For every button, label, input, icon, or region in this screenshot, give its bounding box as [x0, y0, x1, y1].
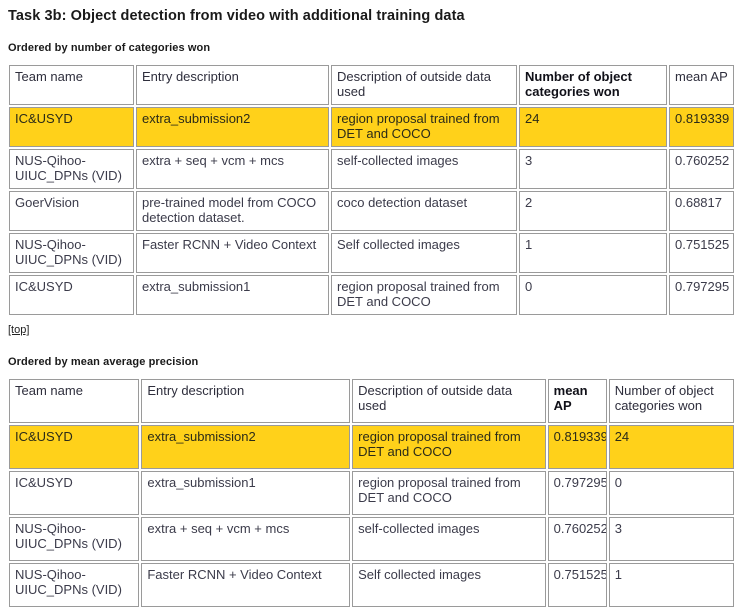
column-header-mean-ap[interactable]: mean AP	[669, 65, 734, 105]
table-row[interactable]: IC&USYD extra_submission1 region proposa…	[9, 275, 734, 315]
cell-outside-data: region proposal trained from DET and COC…	[331, 107, 517, 147]
leaderboard-table-by-categories-won: Team name Entry description Description …	[7, 63, 736, 317]
cell-outside-data: coco detection dataset	[331, 191, 517, 231]
cell-categories-won: 0	[608, 471, 734, 515]
cell-categories-won: 24	[608, 425, 734, 469]
table-row[interactable]: IC&USYD extra_submission1 region proposa…	[9, 471, 734, 515]
cell-categories-won: 0	[519, 275, 667, 315]
cell-mean-ap: 0.797295	[547, 471, 607, 515]
column-header-outside-data[interactable]: Description of outside data used	[331, 65, 517, 105]
column-header-categories-won[interactable]: Number of object categories won	[519, 65, 667, 105]
table-row[interactable]: GoerVision pre-trained model from COCO d…	[9, 191, 734, 231]
section-label-mean-ap: Ordered by mean average precision	[8, 356, 199, 368]
cell-team-name: IC&USYD	[9, 275, 134, 315]
cell-mean-ap: 0.819339	[669, 107, 734, 147]
table-row[interactable]: IC&USYD extra_submission2 region proposa…	[9, 425, 734, 469]
cell-entry-description: pre-trained model from COCO detection da…	[136, 191, 329, 231]
cell-entry-description: extra_submission2	[141, 425, 351, 469]
cell-mean-ap: 0.751525	[669, 233, 734, 273]
cell-categories-won: 2	[519, 191, 667, 231]
cell-entry-description: extra_submission2	[136, 107, 329, 147]
cell-mean-ap: 0.68817	[669, 191, 734, 231]
cell-categories-won: 1	[608, 563, 734, 607]
cell-outside-data: self-collected images	[352, 517, 546, 561]
table-row[interactable]: IC&USYD extra_submission2 region proposa…	[9, 107, 734, 147]
cell-outside-data: Self collected images	[352, 563, 546, 607]
cell-entry-description: extra + seq + vcm + mcs	[136, 149, 329, 189]
column-header-team-name[interactable]: Team name	[9, 65, 134, 105]
column-header-team-name[interactable]: Team name	[9, 379, 140, 423]
cell-categories-won: 24	[519, 107, 667, 147]
cell-entry-description: Faster RCNN + Video Context	[136, 233, 329, 273]
cell-team-name: IC&USYD	[9, 107, 134, 147]
cell-mean-ap: 0.819339	[547, 425, 607, 469]
table-header-row: Team name Entry description Description …	[9, 65, 734, 105]
cell-outside-data: self-collected images	[331, 149, 517, 189]
cell-team-name: NUS-Qihoo-UIUC_DPNs (VID)	[9, 149, 134, 189]
cell-team-name: GoerVision	[9, 191, 134, 231]
table-header-row: Team name Entry description Description …	[9, 379, 734, 423]
cell-mean-ap: 0.760252	[547, 517, 607, 561]
cell-outside-data: region proposal trained from DET and COC…	[352, 471, 546, 515]
cell-outside-data: region proposal trained from DET and COC…	[331, 275, 517, 315]
cell-entry-description: extra_submission1	[141, 471, 351, 515]
section-label-categories: Ordered by number of categories won	[8, 42, 211, 54]
column-header-mean-ap[interactable]: mean AP	[547, 379, 607, 423]
table-row[interactable]: NUS-Qihoo-UIUC_DPNs (VID) Faster RCNN + …	[9, 233, 734, 273]
cell-mean-ap: 0.751525	[547, 563, 607, 607]
column-header-entry-description[interactable]: Entry description	[141, 379, 351, 423]
cell-team-name: NUS-Qihoo-UIUC_DPNs (VID)	[9, 233, 134, 273]
column-header-entry-description[interactable]: Entry description	[136, 65, 329, 105]
cell-entry-description: extra_submission1	[136, 275, 329, 315]
cell-entry-description: Faster RCNN + Video Context	[141, 563, 351, 607]
cell-team-name: NUS-Qihoo-UIUC_DPNs (VID)	[9, 517, 140, 561]
cell-entry-description: extra + seq + vcm + mcs	[141, 517, 351, 561]
table-row[interactable]: NUS-Qihoo-UIUC_DPNs (VID) extra + seq + …	[9, 517, 734, 561]
cell-outside-data: region proposal trained from DET and COC…	[352, 425, 546, 469]
table-row[interactable]: NUS-Qihoo-UIUC_DPNs (VID) Faster RCNN + …	[9, 563, 734, 607]
cell-categories-won: 1	[519, 233, 667, 273]
cell-mean-ap: 0.797295	[669, 275, 734, 315]
cell-team-name: IC&USYD	[9, 425, 140, 469]
cell-team-name: IC&USYD	[9, 471, 140, 515]
column-header-outside-data[interactable]: Description of outside data used	[352, 379, 546, 423]
leaderboard-page: Task 3b: Object detection from video wit…	[0, 0, 740, 609]
column-header-categories-won[interactable]: Number of object categories won	[608, 379, 734, 423]
cell-team-name: NUS-Qihoo-UIUC_DPNs (VID)	[9, 563, 140, 607]
cell-categories-won: 3	[519, 149, 667, 189]
cell-mean-ap: 0.760252	[669, 149, 734, 189]
top-link[interactable]: [top]	[8, 324, 29, 336]
leaderboard-table-by-mean-ap: Team name Entry description Description …	[7, 377, 736, 609]
page-title: Task 3b: Object detection from video wit…	[8, 8, 465, 24]
cell-categories-won: 3	[608, 517, 734, 561]
cell-outside-data: Self collected images	[331, 233, 517, 273]
table-row[interactable]: NUS-Qihoo-UIUC_DPNs (VID) extra + seq + …	[9, 149, 734, 189]
